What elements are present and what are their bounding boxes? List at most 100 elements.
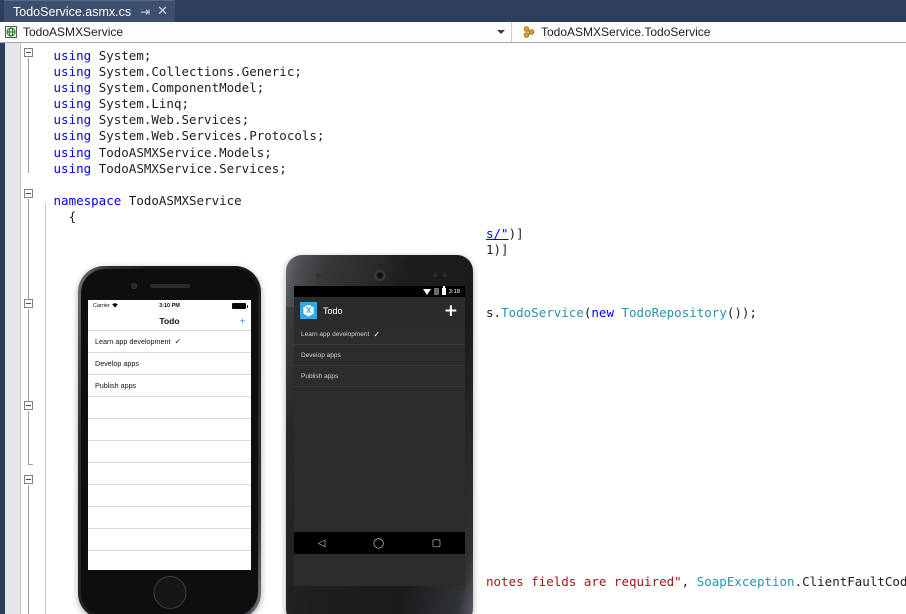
code-editor[interactable]: using System; using System.Collections.G… bbox=[0, 43, 906, 614]
code-indent bbox=[46, 112, 54, 127]
ios-nav-title: Todo bbox=[159, 316, 179, 326]
android-device-mockup: 3:18 X Todo + Learn app development✓Deve… bbox=[286, 255, 473, 614]
code-line: s/")] bbox=[486, 226, 524, 242]
code-indent bbox=[46, 193, 54, 208]
code-token: using bbox=[54, 112, 99, 127]
close-icon[interactable]: ✕ bbox=[157, 1, 168, 23]
list-item-empty bbox=[88, 485, 251, 507]
code-token: )] bbox=[509, 226, 524, 241]
ios-todo-list[interactable]: Learn app development ✓ Develop apps Publis… bbox=[88, 331, 251, 570]
code-indent bbox=[46, 209, 69, 224]
code-line: namespace TodoASMXService bbox=[46, 193, 324, 209]
back-icon[interactable]: ◁ bbox=[318, 538, 326, 549]
xamarin-logo-icon: X bbox=[300, 302, 317, 319]
list-item-empty bbox=[88, 463, 251, 485]
iphone-earpiece bbox=[150, 284, 190, 288]
code-line bbox=[46, 177, 324, 193]
android-navigation-bar[interactable]: ◁ ◯ ▢ bbox=[294, 532, 465, 554]
android-light-sensor bbox=[443, 274, 446, 277]
class-icon bbox=[522, 25, 536, 39]
code-lines: using System; using System.Collections.G… bbox=[46, 48, 324, 225]
code-token: TodoService bbox=[501, 305, 584, 320]
code-line: using System.Collections.Generic; bbox=[46, 64, 324, 80]
code-token: using bbox=[54, 128, 99, 143]
signal-icon bbox=[434, 288, 439, 295]
code-indent bbox=[46, 177, 54, 192]
code-line: using TodoASMXService.Models; bbox=[46, 145, 324, 161]
outlining-margin[interactable] bbox=[21, 43, 38, 614]
outline-bracket-namespace bbox=[28, 199, 29, 299]
outline-tick-1 bbox=[28, 464, 33, 465]
code-indent bbox=[46, 128, 54, 143]
android-front-camera-icon bbox=[374, 270, 385, 281]
code-token: s. bbox=[486, 305, 501, 320]
outline-bracket-method-1 bbox=[28, 411, 29, 464]
code-line: using System.Web.Services; bbox=[46, 112, 324, 128]
member-dropdown[interactable]: TodoASMXService.TodoService bbox=[512, 22, 906, 42]
android-status-bar: 3:18 bbox=[294, 286, 465, 297]
namespace-icon bbox=[4, 25, 18, 39]
ios-status-bar: Carrier 3:10 PM bbox=[88, 300, 251, 311]
list-item[interactable]: Learn app development ✓ bbox=[88, 331, 251, 353]
code-token: System.ComponentModel; bbox=[99, 80, 265, 95]
list-item[interactable]: Publish apps bbox=[88, 375, 251, 397]
code-token: 1)] bbox=[486, 242, 509, 257]
list-item-empty bbox=[88, 397, 251, 419]
tab-todoservice-asmx-cs[interactable]: TodoService.asmx.cs ⇥ ✕ bbox=[4, 0, 175, 22]
battery-icon bbox=[442, 288, 446, 295]
code-token: using bbox=[54, 80, 99, 95]
android-led-indicator bbox=[434, 274, 437, 277]
add-icon[interactable]: + bbox=[444, 305, 458, 317]
code-token: System.Web.Services.Protocols; bbox=[99, 128, 325, 143]
check-icon: ✓ bbox=[373, 330, 380, 339]
list-item[interactable]: Learn app development✓ bbox=[294, 324, 465, 345]
android-clock: 3:18 bbox=[449, 289, 460, 295]
visual-studio-window: TodoService.asmx.cs ⇥ ✕ TodoASMXService bbox=[0, 0, 906, 614]
list-item[interactable]: Publish apps bbox=[294, 366, 465, 387]
code-token: System.Web.Services; bbox=[99, 112, 250, 127]
list-item[interactable]: Develop apps bbox=[88, 353, 251, 375]
code-token: using bbox=[54, 145, 99, 160]
list-item[interactable]: Develop apps bbox=[294, 345, 465, 366]
list-item-label: Publish apps bbox=[95, 381, 136, 390]
iphone-home-button[interactable] bbox=[153, 576, 186, 609]
code-token: SoapException bbox=[697, 574, 795, 589]
pin-icon[interactable]: ⇥ bbox=[140, 1, 150, 23]
code-token: s/" bbox=[486, 226, 509, 241]
code-token: System.Linq; bbox=[99, 96, 189, 111]
home-icon[interactable]: ◯ bbox=[373, 538, 384, 549]
outline-bracket-class bbox=[28, 309, 29, 401]
list-item-label: Learn app development bbox=[95, 337, 171, 346]
code-token: notes fields are required" bbox=[486, 574, 682, 589]
chevron-down-icon[interactable] bbox=[497, 30, 505, 34]
outline-collapse-method-2[interactable] bbox=[24, 475, 33, 484]
code-line: using System.ComponentModel; bbox=[46, 80, 324, 96]
code-token: using bbox=[54, 161, 99, 176]
outline-collapse-class[interactable] bbox=[24, 299, 33, 308]
code-line: using System.Linq; bbox=[46, 96, 324, 112]
list-item-label: Develop apps bbox=[301, 352, 341, 359]
namespace-dropdown[interactable]: TodoASMXService bbox=[0, 22, 512, 42]
code-token: using bbox=[54, 96, 99, 111]
code-line: using TodoASMXService.Services; bbox=[46, 161, 324, 177]
outline-collapse-namespace[interactable] bbox=[24, 189, 33, 198]
android-screen[interactable]: 3:18 X Todo + Learn app development✓Deve… bbox=[294, 286, 465, 586]
ios-carrier-label: Carrier bbox=[93, 303, 110, 309]
android-list-empty-area bbox=[294, 387, 465, 532]
list-item-empty bbox=[88, 529, 251, 551]
iphone-screen[interactable]: Carrier 3:10 PM Todo + Learn app develop… bbox=[88, 300, 251, 570]
outline-collapse-usings[interactable] bbox=[24, 48, 33, 57]
code-token: TodoASMXService bbox=[129, 193, 242, 208]
code-token: TodoASMXService.Models; bbox=[99, 145, 272, 160]
check-icon: ✓ bbox=[175, 337, 182, 346]
recents-icon[interactable]: ▢ bbox=[432, 538, 441, 549]
list-item-empty bbox=[88, 551, 251, 570]
iphone-front-camera-icon bbox=[131, 283, 137, 289]
code-indent bbox=[46, 48, 54, 63]
indicator-margin[interactable] bbox=[0, 43, 21, 614]
add-icon[interactable]: + bbox=[239, 316, 246, 325]
code-navigation-bar: TodoASMXService TodoASMXService.TodoServ… bbox=[0, 22, 906, 43]
ios-nav-bar: Todo + bbox=[88, 311, 251, 331]
android-todo-list[interactable]: Learn app development✓ Develop apps Publis… bbox=[294, 324, 465, 387]
outline-collapse-method-1[interactable] bbox=[24, 401, 33, 410]
